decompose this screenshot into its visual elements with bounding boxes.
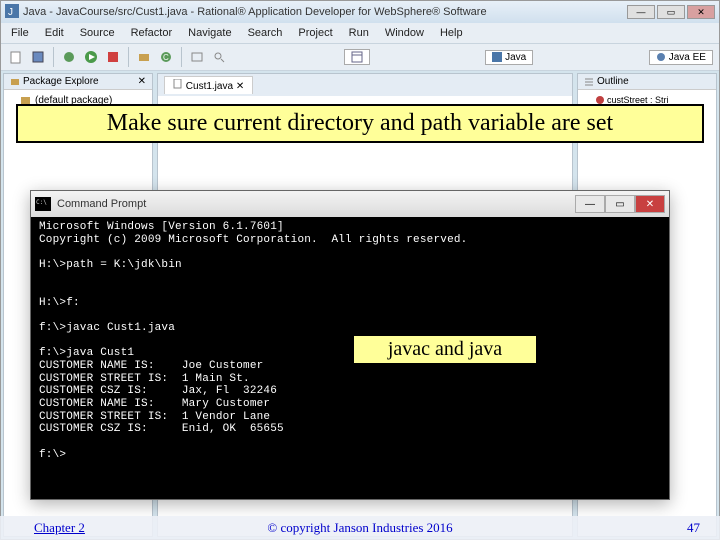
svg-text:J: J <box>8 7 13 18</box>
new-class-icon[interactable]: C <box>157 48 175 66</box>
external-tools-icon[interactable] <box>104 48 122 66</box>
app-icon: J <box>5 4 19 21</box>
separator <box>53 47 54 67</box>
java-file-icon <box>173 79 183 89</box>
menu-refactor[interactable]: Refactor <box>125 25 179 41</box>
toolbar: C Java Java EE <box>1 43 719 71</box>
separator <box>128 47 129 67</box>
callout-side: javac and java <box>352 334 538 365</box>
open-perspective-button[interactable] <box>344 49 370 65</box>
tab-close-icon[interactable]: ✕ <box>138 76 146 87</box>
editor-tabstrip: Cust1.java ✕ <box>158 74 572 96</box>
close-button[interactable]: ✕ <box>635 195 665 213</box>
search-icon[interactable] <box>210 48 228 66</box>
cmd-title: Command Prompt <box>57 198 575 210</box>
menu-window[interactable]: Window <box>379 25 430 41</box>
perspective-javaee[interactable]: Java EE <box>649 50 713 65</box>
open-type-icon[interactable] <box>188 48 206 66</box>
new-package-icon[interactable] <box>135 48 153 66</box>
separator <box>181 47 182 67</box>
maximize-button[interactable]: ▭ <box>605 195 635 213</box>
menu-run[interactable]: Run <box>343 25 375 41</box>
perspective-java[interactable]: Java <box>485 50 533 65</box>
run-icon[interactable] <box>82 48 100 66</box>
callout-main: Make sure current directory and path var… <box>16 104 704 143</box>
close-button[interactable]: ✕ <box>687 5 715 19</box>
outline-icon <box>584 77 594 87</box>
perspective-label: Java <box>505 52 526 63</box>
menu-file[interactable]: File <box>5 25 35 41</box>
window-icon <box>351 51 363 63</box>
java-perspective-icon <box>492 52 502 62</box>
tab-label: Package Explore <box>23 76 99 87</box>
footer-page: 47 <box>687 520 700 536</box>
package-explorer-tab[interactable]: Package Explore ✕ <box>4 74 152 90</box>
command-prompt-window: Command Prompt — ▭ ✕ Microsoft Windows [… <box>30 190 670 500</box>
ide-titlebar: J Java - JavaCourse/src/Cust1.java - Rat… <box>1 1 719 23</box>
footer-copyright: © copyright Janson Industries 2016 <box>0 520 720 536</box>
menubar: File Edit Source Refactor Navigate Searc… <box>1 23 719 43</box>
svg-text:C: C <box>163 53 169 62</box>
menu-source[interactable]: Source <box>74 25 121 41</box>
perspective-label: Java EE <box>669 52 706 63</box>
maximize-button[interactable]: ▭ <box>657 5 685 19</box>
debug-icon[interactable] <box>60 48 78 66</box>
window-title: Java - JavaCourse/src/Cust1.java - Ratio… <box>23 6 625 18</box>
save-icon[interactable] <box>29 48 47 66</box>
terminal-output[interactable]: Microsoft Windows [Version 6.1.7601] Cop… <box>31 217 669 465</box>
menu-edit[interactable]: Edit <box>39 25 70 41</box>
tab-close-icon[interactable]: ✕ <box>236 81 244 92</box>
cmd-titlebar: Command Prompt — ▭ ✕ <box>31 191 669 217</box>
field-icon <box>596 96 604 104</box>
menu-search[interactable]: Search <box>242 25 289 41</box>
editor-tab[interactable]: Cust1.java ✕ <box>164 76 253 94</box>
javaee-perspective-icon <box>656 52 666 62</box>
window-controls: — ▭ ✕ <box>575 195 665 213</box>
menu-project[interactable]: Project <box>292 25 338 41</box>
tab-label: Outline <box>597 76 629 87</box>
slide-footer: Chapter 2 © copyright Janson Industries … <box>0 516 720 540</box>
new-icon[interactable] <box>7 48 25 66</box>
minimize-button[interactable]: — <box>575 195 605 213</box>
tab-label: Cust1.java <box>186 81 233 92</box>
cmd-icon <box>35 197 51 211</box>
minimize-button[interactable]: — <box>627 5 655 19</box>
outline-tab[interactable]: Outline <box>578 74 716 90</box>
menu-help[interactable]: Help <box>434 25 469 41</box>
menu-navigate[interactable]: Navigate <box>182 25 237 41</box>
package-explorer-icon <box>10 77 20 87</box>
